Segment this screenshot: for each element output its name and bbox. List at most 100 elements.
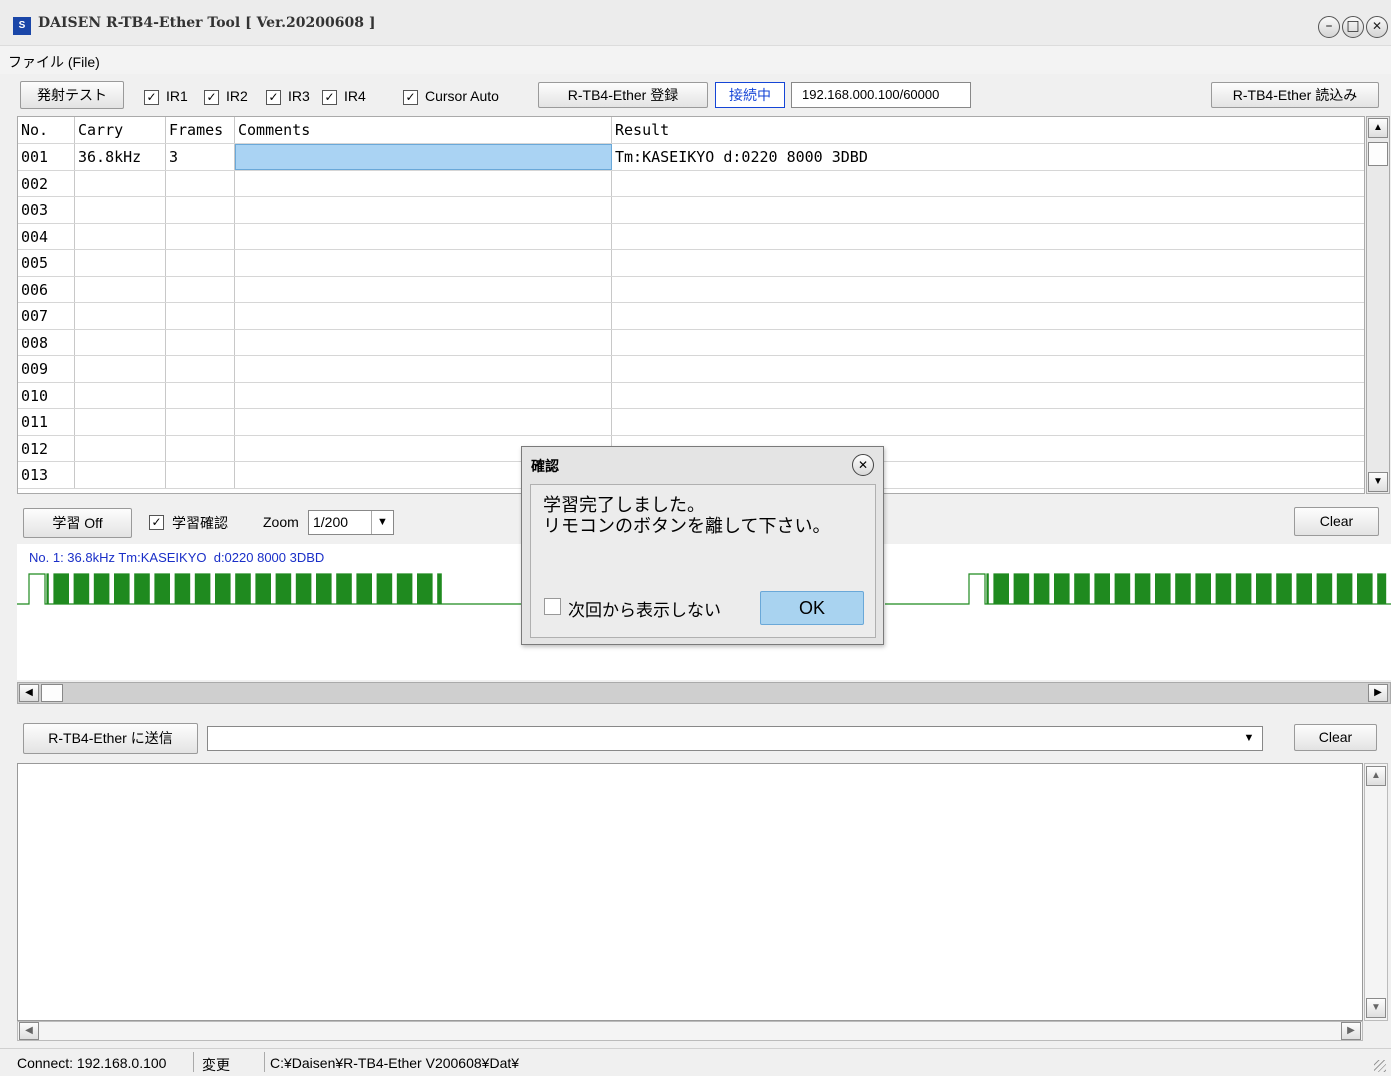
table-row[interactable]: 005 (18, 250, 1364, 277)
chevron-down-icon[interactable]: ▼ (371, 511, 393, 534)
table-vertical-scrollbar[interactable] (1366, 116, 1390, 494)
cell-comments[interactable] (235, 170, 612, 196)
table-row[interactable]: 001 36.8kHz 3 Tm:KASEIKYO d:0220 8000 3DBD (18, 144, 1364, 171)
log-scroll-left-icon[interactable]: ◀ (19, 1022, 39, 1040)
log-scroll-up-icon[interactable]: ▲ (1366, 766, 1386, 786)
send-command-input[interactable] (207, 726, 1263, 751)
cell-result (612, 409, 1364, 435)
dialog-ok-button[interactable]: OK (760, 591, 864, 625)
ir2-checkbox[interactable]: ✓ (204, 90, 219, 105)
cell-comments[interactable] (235, 223, 612, 249)
table-row[interactable]: 003 (18, 197, 1364, 224)
cell-carry: 36.8kHz (75, 144, 166, 170)
cell-no: 001 (18, 144, 75, 170)
menu-file[interactable]: ファイル (File) (8, 52, 100, 72)
zoom-select[interactable]: 1/200 ▼ (308, 510, 394, 535)
cell-no: 008 (18, 329, 75, 355)
ir4-checkbox[interactable]: ✓ (322, 90, 337, 105)
log-vertical-scrollbar[interactable] (1364, 763, 1388, 1021)
send-button[interactable]: R-TB4-Ether に送信 (23, 723, 198, 754)
cell-comments[interactable] (235, 303, 612, 329)
cell-no: 005 (18, 250, 75, 276)
cell-comments[interactable] (235, 409, 612, 435)
scroll-down-icon[interactable]: ▼ (1368, 472, 1388, 492)
log-horizontal-scrollbar[interactable] (17, 1021, 1363, 1041)
dialog-message-line2: リモコンのボタンを離して下さい。 (543, 516, 831, 536)
cell-carry (75, 435, 166, 461)
learn-toggle-button[interactable]: 学習 Off (23, 508, 132, 538)
address-display: 192.168.000.100/60000 (791, 82, 971, 108)
ir4-label: IR4 (344, 88, 366, 104)
cell-no: 003 (18, 197, 75, 223)
cell-frames: 3 (166, 144, 235, 170)
table-row[interactable]: 011 (18, 409, 1364, 436)
minimize-button[interactable]: – (1318, 16, 1340, 38)
ir1-checkbox[interactable]: ✓ (144, 90, 159, 105)
emit-test-button[interactable]: 発射テスト (20, 81, 124, 109)
cell-carry (75, 462, 166, 488)
register-button[interactable]: R-TB4-Ether 登録 (538, 82, 708, 108)
cell-comments[interactable] (235, 356, 612, 382)
send-dropdown-icon[interactable]: ▼ (1236, 727, 1262, 750)
table-row[interactable]: 008 (18, 329, 1364, 356)
cell-carry (75, 382, 166, 408)
log-output[interactable] (17, 763, 1363, 1021)
dialog-message-line1: 学習完了しました。 (543, 495, 705, 515)
cell-comments[interactable] (235, 250, 612, 276)
scroll-left-icon[interactable]: ◀ (19, 684, 39, 702)
cell-no: 002 (18, 170, 75, 196)
waveform-trace (885, 573, 1391, 605)
header-comments: Comments (235, 117, 612, 143)
dont-show-checkbox[interactable] (544, 598, 561, 615)
cell-carry (75, 356, 166, 382)
connection-status-badge: 接続中 (715, 82, 785, 108)
header-result: Result (612, 117, 1364, 143)
waveform-horizontal-scrollbar[interactable] (17, 682, 1391, 704)
status-path: C:¥Daisen¥R-TB4-Ether V200608¥Dat¥ (270, 1055, 520, 1071)
cell-frames (166, 303, 235, 329)
cell-frames (166, 250, 235, 276)
cell-comments[interactable] (235, 382, 612, 408)
cell-no: 010 (18, 382, 75, 408)
maximize-button[interactable]: □ (1342, 16, 1364, 38)
ir2-label: IR2 (226, 88, 248, 104)
cell-comments[interactable] (235, 276, 612, 302)
send-clear-button[interactable]: Clear (1294, 724, 1377, 751)
learn-confirm-label: 学習確認 (172, 515, 228, 531)
h-scroll-thumb[interactable] (41, 684, 63, 702)
header-no: No. (18, 117, 75, 143)
app-icon: S (13, 17, 31, 35)
dialog-close-icon[interactable]: ✕ (852, 454, 874, 476)
close-button[interactable]: ✕ (1366, 16, 1388, 38)
learn-clear-button[interactable]: Clear (1294, 507, 1379, 536)
learn-confirm-checkbox[interactable]: ✓ (149, 515, 164, 530)
cell-comments[interactable] (235, 329, 612, 355)
log-scroll-right-icon[interactable]: ▶ (1341, 1022, 1361, 1040)
cursor-auto-checkbox[interactable]: ✓ (403, 90, 418, 105)
cell-carry (75, 409, 166, 435)
cell-comments[interactable] (235, 197, 612, 223)
table-row[interactable]: 007 (18, 303, 1364, 330)
command-table[interactable]: No. Carry Frames Comments Result 001 36.8… (17, 116, 1365, 494)
cell-result (612, 277, 1364, 303)
cell-result (612, 171, 1364, 197)
table-row[interactable]: 010 (18, 382, 1364, 409)
table-row[interactable]: 009 (18, 356, 1364, 383)
scroll-up-icon[interactable]: ▲ (1368, 118, 1388, 138)
read-button[interactable]: R-TB4-Ether 読込み (1211, 82, 1379, 108)
cell-comments[interactable] (235, 144, 612, 170)
log-scroll-down-icon[interactable]: ▼ (1366, 998, 1386, 1018)
table-row[interactable]: 004 (18, 223, 1364, 250)
cell-no: 007 (18, 303, 75, 329)
scroll-right-icon[interactable]: ▶ (1368, 684, 1388, 702)
cell-frames (166, 197, 235, 223)
status-change: 変更 (202, 1057, 230, 1073)
status-divider (264, 1052, 265, 1072)
scroll-thumb[interactable] (1368, 142, 1388, 166)
cell-frames (166, 462, 235, 488)
resize-grip-icon[interactable] (1374, 1060, 1386, 1072)
ir3-checkbox[interactable]: ✓ (266, 90, 281, 105)
table-header: No. Carry Frames Comments Result (18, 117, 1364, 144)
table-row[interactable]: 006 (18, 276, 1364, 303)
table-row[interactable]: 002 (18, 170, 1364, 197)
